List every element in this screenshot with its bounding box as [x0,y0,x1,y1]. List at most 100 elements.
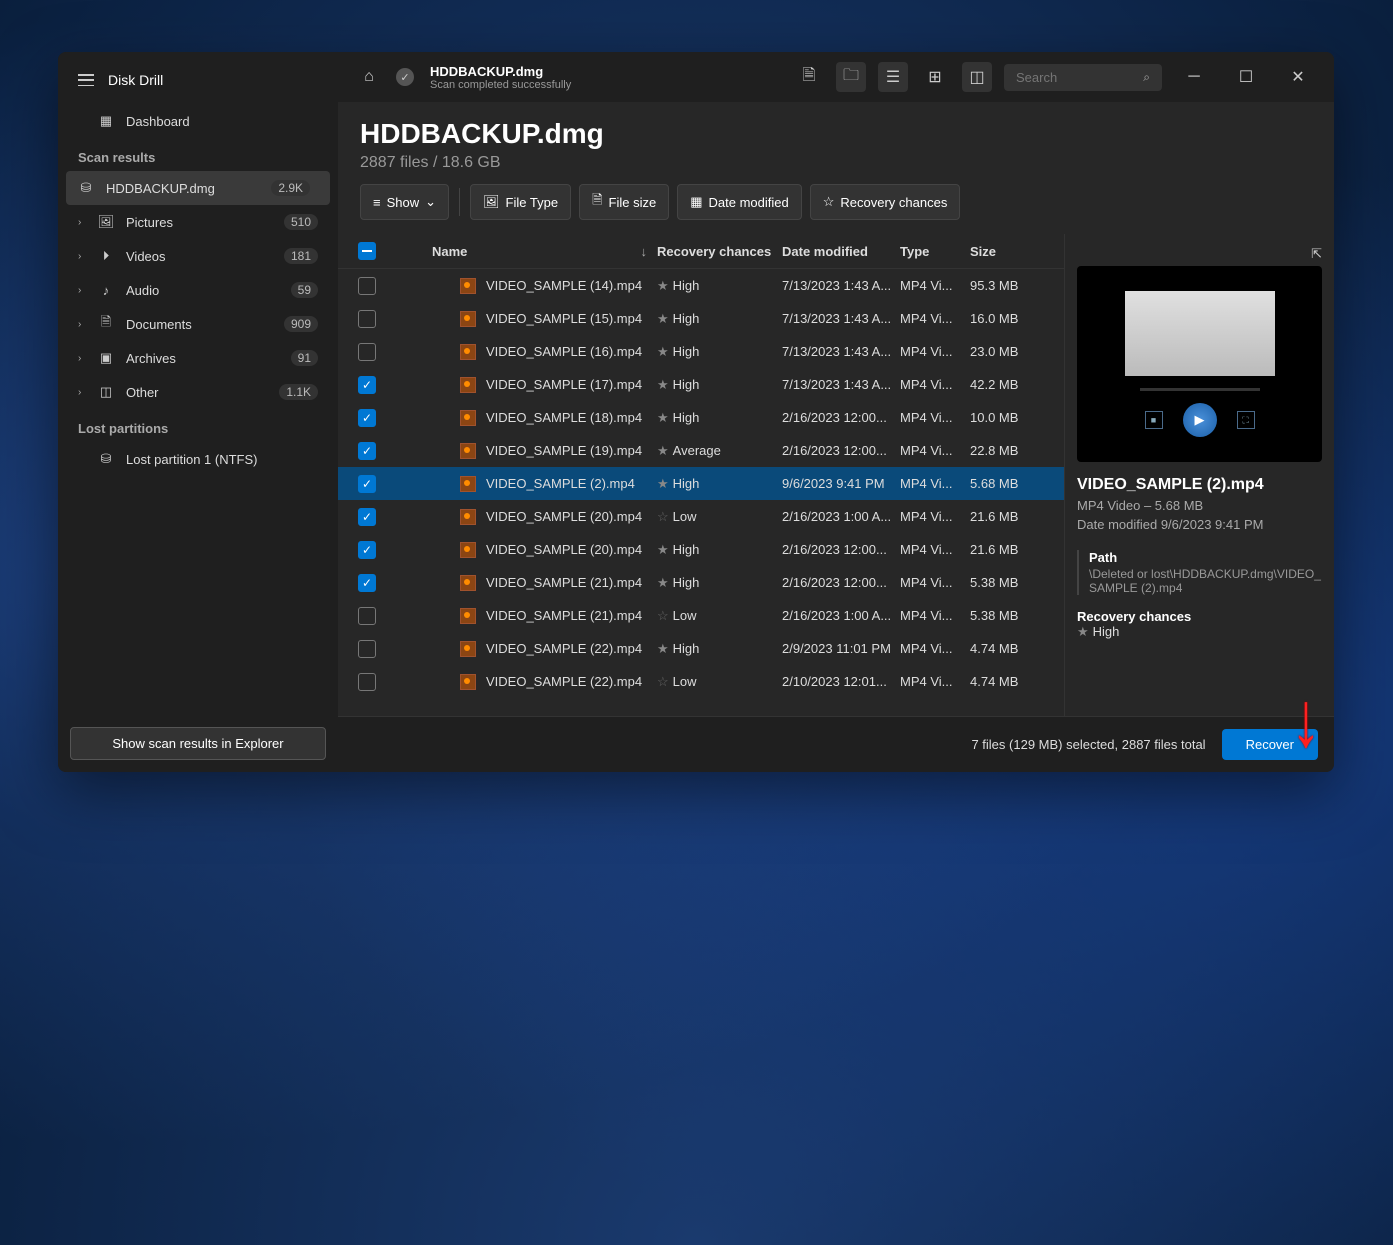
seek-bar[interactable] [1140,388,1260,391]
recovery-chance: High [673,377,700,392]
stop-button[interactable]: ■ [1145,411,1163,429]
sidebar-dashboard[interactable]: ▦ Dashboard [58,104,338,138]
row-checkbox[interactable] [358,607,376,625]
sidebar-item-videos[interactable]: › ⏵ Videos 181 [58,239,338,273]
grid-view-icon[interactable]: ⊞ [920,62,950,92]
sidebar-item-other[interactable]: › ◫ Other 1.1K [58,375,338,409]
file-icon [460,674,476,690]
recovery-filter-button[interactable]: ☆Recovery chances [810,184,961,220]
sidebar-item-audio[interactable]: › ♪ Audio 59 [58,273,338,307]
table-body[interactable]: VIDEO_SAMPLE (14).mp4★High7/13/2023 1:43… [338,269,1064,716]
table-row[interactable]: VIDEO_SAMPLE (16).mp4★High7/13/2023 1:43… [338,335,1064,368]
recovery-chance: High [673,278,700,293]
table-row[interactable]: VIDEO_SAMPLE (21).mp4☆Low2/16/2023 1:00 … [338,599,1064,632]
file-name: VIDEO_SAMPLE (18).mp4 [486,410,642,425]
row-checkbox[interactable] [358,277,376,295]
recovery-chance: High [673,344,700,359]
fullscreen-button[interactable]: ⛶ [1237,411,1255,429]
split-view-icon[interactable]: ◫ [962,62,992,92]
recovery-chance: High [673,476,700,491]
table-row[interactable]: ✓VIDEO_SAMPLE (2).mp4★High9/6/2023 9:41 … [338,467,1064,500]
star-icon: ★ [657,443,669,458]
file-date: 9/6/2023 9:41 PM [782,476,900,491]
show-in-explorer-button[interactable]: Show scan results in Explorer [70,727,326,760]
table-row[interactable]: VIDEO_SAMPLE (14).mp4★High7/13/2023 1:43… [338,269,1064,302]
file-type: MP4 Vi... [900,608,970,623]
file-date: 2/9/2023 11:01 PM [782,641,900,656]
sidebar-item-documents[interactable]: › 🗎 Documents 909 [58,307,338,341]
column-size[interactable]: Size [970,244,1052,259]
table-row[interactable]: ✓VIDEO_SAMPLE (17).mp4★High7/13/2023 1:4… [338,368,1064,401]
table-row[interactable]: VIDEO_SAMPLE (15).mp4★High7/13/2023 1:43… [338,302,1064,335]
preview-thumbnail [1125,291,1275,376]
date-filter-button[interactable]: ▦Date modified [677,184,802,220]
table-row[interactable]: ✓VIDEO_SAMPLE (19).mp4★Average2/16/2023 … [338,434,1064,467]
table-row[interactable]: VIDEO_SAMPLE (22).mp4★High2/9/2023 11:01… [338,632,1064,665]
column-name[interactable]: Name↓ [384,244,657,259]
audio-icon: ♪ [98,282,114,298]
table-header: Name↓ Recovery chances Date modified Typ… [338,234,1064,269]
column-recovery[interactable]: Recovery chances [657,244,782,259]
file-table: Name↓ Recovery chances Date modified Typ… [338,234,1064,716]
row-checkbox[interactable]: ✓ [358,541,376,559]
sidebar-item-hddbackup[interactable]: ⛁ HDDBACKUP.dmg 2.9K [66,171,330,205]
star-icon: ★ [657,344,669,359]
search-input[interactable] [1016,70,1135,85]
select-all-checkbox[interactable] [358,242,376,260]
recovery-chance: High [673,542,700,557]
video-preview: ■ ▶ ⛶ [1077,266,1322,462]
file-icon [460,641,476,657]
column-type[interactable]: Type [900,244,970,259]
row-checkbox[interactable]: ✓ [358,574,376,592]
list-view-icon[interactable]: ☰ [878,62,908,92]
filetype-filter-button[interactable]: 🖼File Type [470,184,571,220]
check-icon[interactable]: ✓ [396,68,414,86]
file-date: 7/13/2023 1:43 A... [782,344,900,359]
home-icon[interactable]: ⌂ [354,62,384,92]
row-checkbox[interactable] [358,673,376,691]
row-checkbox[interactable]: ✓ [358,376,376,394]
play-button[interactable]: ▶ [1183,403,1217,437]
filesize-filter-button[interactable]: 🗎File size [579,184,669,220]
row-checkbox[interactable]: ✓ [358,409,376,427]
sidebar-item-pictures[interactable]: › 🖼 Pictures 510 [58,205,338,239]
chevron-down-icon: ⌄ [425,194,436,210]
page-icon[interactable]: 🗎 [794,62,824,92]
recover-button[interactable]: Recover [1222,729,1318,760]
sidebar-item-archives[interactable]: › ▣ Archives 91 [58,341,338,375]
table-row[interactable]: VIDEO_SAMPLE (22).mp4☆Low2/10/2023 12:01… [338,665,1064,698]
file-type: MP4 Vi... [900,575,970,590]
video-icon: ⏵ [98,248,114,264]
row-checkbox[interactable] [358,640,376,658]
file-icon [460,509,476,525]
row-checkbox[interactable]: ✓ [358,508,376,526]
row-checkbox[interactable]: ✓ [358,442,376,460]
maximize-button[interactable]: ☐ [1226,62,1266,92]
file-size: 21.6 MB [970,542,1052,557]
recovery-chance: Low [673,509,697,524]
hamburger-icon[interactable] [78,74,94,86]
file-name: VIDEO_SAMPLE (2).mp4 [486,476,635,491]
table-row[interactable]: ✓VIDEO_SAMPLE (20).mp4★High2/16/2023 12:… [338,533,1064,566]
file-name: VIDEO_SAMPLE (21).mp4 [486,575,642,590]
popout-icon[interactable]: ⇱ [1311,246,1322,262]
file-icon [460,476,476,492]
file-name: VIDEO_SAMPLE (22).mp4 [486,674,642,689]
file-name: VIDEO_SAMPLE (20).mp4 [486,542,642,557]
column-date[interactable]: Date modified [782,244,900,259]
row-checkbox[interactable] [358,310,376,328]
file-type: MP4 Vi... [900,443,970,458]
file-size: 21.6 MB [970,509,1052,524]
show-filter-button[interactable]: ≡Show⌄ [360,184,449,220]
sidebar-lost-partition[interactable]: ⛁ Lost partition 1 (NTFS) [58,442,338,476]
table-row[interactable]: ✓VIDEO_SAMPLE (21).mp4★High2/16/2023 12:… [338,566,1064,599]
folder-icon[interactable]: 🗀 [836,62,866,92]
row-checkbox[interactable]: ✓ [358,475,376,493]
close-button[interactable]: ✕ [1278,62,1318,92]
search-box[interactable]: ⌕ [1004,64,1162,91]
table-row[interactable]: ✓VIDEO_SAMPLE (18).mp4★High2/16/2023 12:… [338,401,1064,434]
row-checkbox[interactable] [358,343,376,361]
table-row[interactable]: ✓VIDEO_SAMPLE (20).mp4☆Low2/16/2023 1:00… [338,500,1064,533]
file-icon [460,410,476,426]
minimize-button[interactable]: ─ [1174,62,1214,92]
